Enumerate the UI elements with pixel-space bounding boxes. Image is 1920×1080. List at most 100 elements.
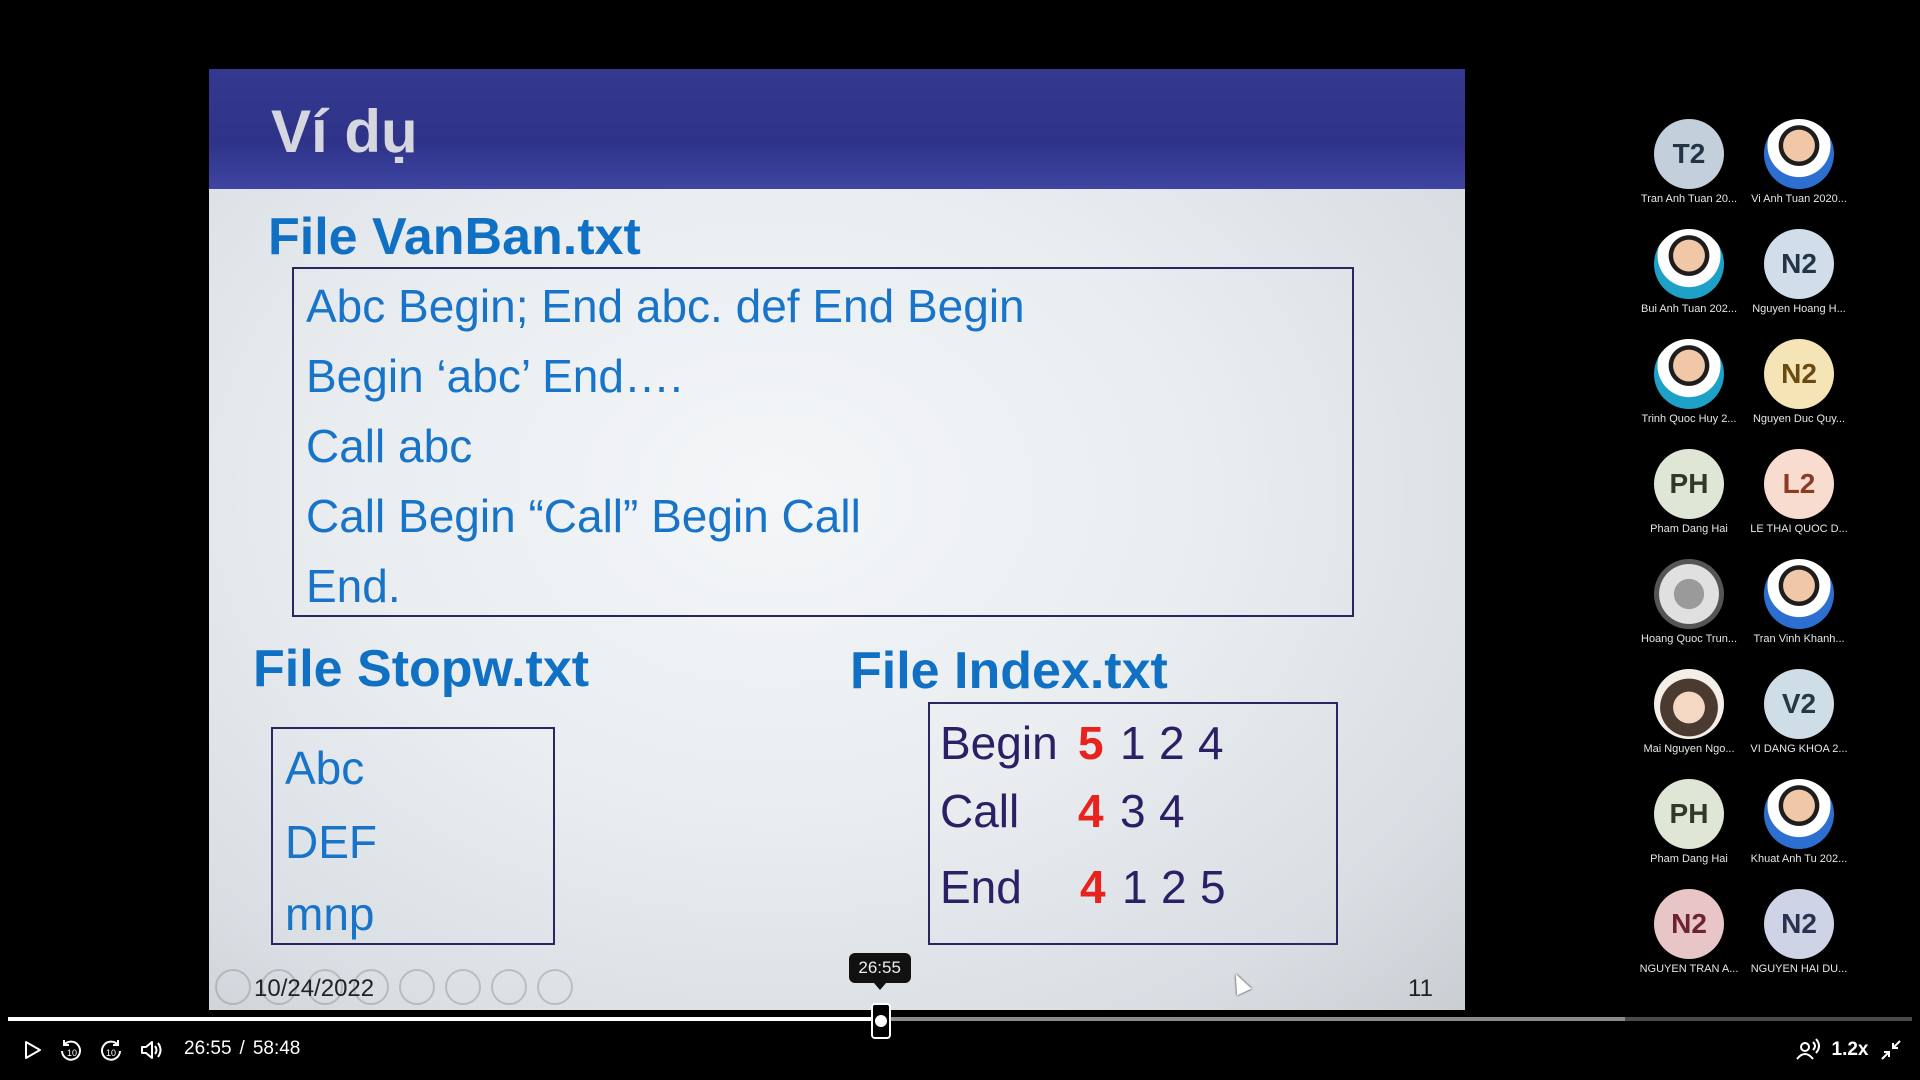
participant-tile[interactable]: V2 VI DANG KHOA 2... <box>1744 669 1854 755</box>
avatar <box>1764 779 1834 849</box>
avatar-initials: L2 <box>1782 468 1816 499</box>
participant-tile[interactable]: N2 Nguyen Hoang H... <box>1744 229 1854 315</box>
time-separator: / <box>239 1038 245 1059</box>
slide-date: 10/24/2022 <box>254 975 375 1002</box>
rewind-10-icon: 10 <box>61 1040 81 1061</box>
avatar: N2 <box>1764 229 1834 299</box>
svg-text:10: 10 <box>67 1048 77 1058</box>
avatar-initials: V2 <box>1781 688 1817 719</box>
vanban-line: Begin ‘abc’ End…. <box>306 350 683 402</box>
participant-name: LE THAI QUOC D... <box>1750 523 1848 535</box>
participant-tile[interactable]: PH Pham Dang Hai <box>1634 779 1744 865</box>
file-vanban-heading: File VanBan.txt <box>268 208 641 266</box>
participant-tile[interactable]: Mai Nguyen Ngo... <box>1634 669 1744 755</box>
stopw-content-box: Abc DEF mnp <box>271 727 555 945</box>
index-position: 1 <box>1120 717 1146 769</box>
index-position: 5 <box>1200 861 1226 913</box>
slide-page-number: 11 <box>1408 975 1433 1002</box>
avatar-initials: N2 <box>1781 908 1817 939</box>
avatar <box>1764 559 1834 629</box>
participant-name: Khuat Anh Tu 202... <box>1750 853 1848 865</box>
avatar <box>1764 119 1834 189</box>
stopw-line: Abc <box>285 742 365 794</box>
participant-tile[interactable]: PH Pham Dang Hai <box>1634 449 1744 535</box>
exit-fullscreen-button[interactable] <box>1876 1034 1906 1066</box>
timeline-thumb[interactable] <box>870 1003 891 1039</box>
index-position: 1 <box>1122 861 1148 913</box>
timeline-scrubber[interactable] <box>8 1017 1912 1021</box>
index-word: Call <box>940 785 1020 837</box>
participant-tile[interactable]: Khuat Anh Tu 202... <box>1744 779 1854 865</box>
participant-tile[interactable]: Tran Vinh Khanh... <box>1744 559 1854 645</box>
participant-name: Bui Anh Tuan 202... <box>1640 303 1738 315</box>
slide-title: Ví dụ <box>271 98 418 165</box>
index-count: 5 <box>1078 717 1104 769</box>
avatar <box>1654 559 1724 629</box>
participant-name: Pham Dang Hai <box>1650 523 1728 535</box>
participant-name: Nguyen Duc Quy... <box>1752 413 1846 425</box>
avatar-initials: N2 <box>1671 908 1707 939</box>
participant-name: Nguyen Hoang H... <box>1752 303 1846 315</box>
current-time: 26:55 <box>184 1038 232 1059</box>
play-button[interactable] <box>18 1034 46 1066</box>
timeline-time-tooltip: 26:55 <box>848 953 911 990</box>
avatar: V2 <box>1764 669 1834 739</box>
index-position: 4 <box>1198 717 1224 769</box>
file-stopw-heading: File Stopw.txt <box>253 640 590 698</box>
participant-tile[interactable]: N2 NGUYEN HAI DU... <box>1744 889 1854 975</box>
more-options-icon[interactable] <box>537 969 573 1005</box>
total-duration: 58:48 <box>252 1038 301 1059</box>
avatar <box>1654 229 1724 299</box>
participant-name: Hoang Quoc Trun... <box>1641 633 1737 645</box>
index-content-box: Begin 5 1 2 4 Call 4 3 4 End 4 1 2 5 <box>928 702 1338 945</box>
timeline-played <box>8 1017 880 1021</box>
slide-header-bar: Ví dụ <box>209 69 1465 189</box>
participant-tile[interactable]: N2 NGUYEN TRAN A... <box>1634 889 1744 975</box>
avatar: L2 <box>1764 449 1834 519</box>
avatar: N2 <box>1764 889 1834 959</box>
index-position: 2 <box>1161 861 1187 913</box>
vanban-line: Abc Begin; End abc. def End Begin <box>306 280 1025 332</box>
participant-tile[interactable]: T2 Tran Anh Tuan 20... <box>1634 119 1744 205</box>
participant-name: NGUYEN HAI DU... <box>1750 963 1848 975</box>
svg-text:10: 10 <box>106 1048 116 1058</box>
index-count: 4 <box>1080 861 1106 913</box>
volume-icon <box>141 1041 162 1059</box>
participant-name: Tran Anh Tuan 20... <box>1640 193 1738 205</box>
participant-name: NGUYEN TRAN A... <box>1639 963 1739 975</box>
play-icon <box>25 1041 41 1059</box>
participant-name: Pham Dang Hai <box>1650 853 1728 865</box>
participant-name: Vi Anh Tuan 2020... <box>1751 193 1847 205</box>
volume-button[interactable] <box>136 1034 166 1066</box>
avatar: N2 <box>1764 339 1834 409</box>
participant-tile[interactable]: Hoang Quoc Trun... <box>1634 559 1744 645</box>
previous-slide-icon[interactable] <box>215 969 251 1005</box>
live-captions-button[interactable] <box>1792 1034 1824 1066</box>
avatar <box>1654 339 1724 409</box>
index-row: End 4 1 2 5 <box>940 860 1226 914</box>
forward-10-button[interactable]: 10 <box>96 1034 126 1066</box>
subtitles-icon[interactable] <box>445 969 481 1005</box>
exit-fullscreen-icon <box>1881 1040 1901 1060</box>
participant-name: Tran Vinh Khanh... <box>1753 633 1845 645</box>
time-readout: 26:55 / 58:48 <box>184 1038 300 1060</box>
participant-tile[interactable]: Trinh Quoc Huy 2... <box>1634 339 1744 425</box>
vanban-line: Call Begin “Call” Begin Call <box>306 490 861 542</box>
playback-speed-button[interactable]: 1.2x <box>1832 1034 1869 1066</box>
avatar: N2 <box>1654 889 1724 959</box>
index-position: 3 <box>1120 785 1146 837</box>
participant-tile[interactable]: L2 LE THAI QUOC D... <box>1744 449 1854 535</box>
index-position: 4 <box>1159 785 1185 837</box>
rewind-10-button[interactable]: 10 <box>56 1034 86 1066</box>
zoom-icon[interactable] <box>399 969 435 1005</box>
avatar-initials: PH <box>1669 468 1709 499</box>
index-count: 4 <box>1078 785 1104 837</box>
avatar-initials: T2 <box>1672 138 1706 169</box>
index-word: Begin <box>940 717 1058 769</box>
avatar <box>1654 669 1724 739</box>
participant-tile[interactable]: Bui Anh Tuan 202... <box>1634 229 1744 315</box>
camera-icon[interactable] <box>491 969 527 1005</box>
participant-tile[interactable]: N2 Nguyen Duc Quy... <box>1744 339 1854 425</box>
participant-name: Mai Nguyen Ngo... <box>1643 743 1735 755</box>
participant-tile[interactable]: Vi Anh Tuan 2020... <box>1744 119 1854 205</box>
